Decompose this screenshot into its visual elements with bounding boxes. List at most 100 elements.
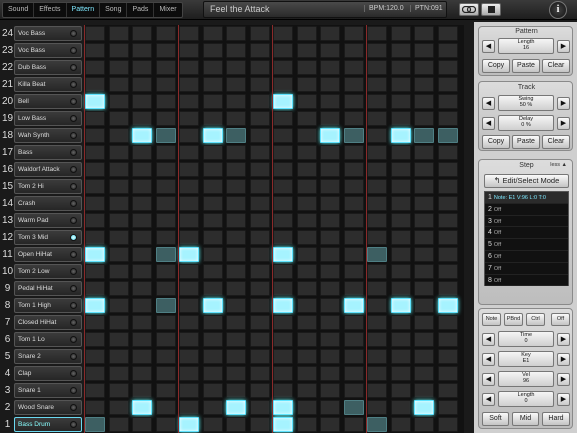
step-cell[interactable] [132,247,152,262]
step-list-item[interactable]: 5 Off [485,239,568,251]
step-cell[interactable] [85,179,105,194]
step-cell[interactable] [343,247,364,262]
step-cell[interactable] [85,213,105,228]
step-cell[interactable] [296,383,317,398]
step-cell[interactable] [390,213,411,228]
step-cell[interactable] [320,400,340,415]
edit-select-mode-button[interactable]: ↰ Edit/Select Mode [484,174,569,188]
step-cell[interactable] [367,77,387,92]
step-cell[interactable] [367,230,387,245]
step-cell[interactable] [343,77,364,92]
step-list-item[interactable]: 3 Off [485,216,568,228]
step-cell[interactable] [108,298,129,313]
step-cell[interactable] [179,332,199,347]
step-cell[interactable] [320,196,340,211]
step-cell[interactable] [155,26,176,41]
step-cell[interactable] [155,417,176,432]
step-cell[interactable] [226,60,246,75]
step-cell[interactable] [296,281,317,296]
less-toggle[interactable]: less ▲ [550,162,567,168]
step-cell[interactable] [320,26,340,41]
step-cell[interactable] [226,26,246,41]
step-cell[interactable] [437,315,458,330]
step-cell[interactable] [273,417,293,432]
step-cell[interactable] [85,315,105,330]
step-cell[interactable] [132,43,152,58]
step-cell[interactable] [202,162,223,177]
step-cell[interactable] [320,247,340,262]
step-cell[interactable] [249,196,270,211]
step-cell[interactable] [132,230,152,245]
note-mode-button[interactable]: Note [482,313,501,326]
step-cell[interactable] [343,417,364,432]
step-cell[interactable] [202,349,223,364]
step-cell[interactable] [108,332,129,347]
step-cell[interactable] [179,383,199,398]
step-cell[interactable] [108,264,129,279]
step-length-decrease-button[interactable]: ◀ [482,393,495,406]
step-cell[interactable] [343,281,364,296]
step-cell[interactable] [273,247,293,262]
time-increase-button[interactable]: ▶ [557,333,570,346]
step-cell[interactable] [202,196,223,211]
step-cell[interactable] [108,26,129,41]
step-cell[interactable] [273,213,293,228]
step-cell[interactable] [296,60,317,75]
track-clear-button[interactable]: Clear [542,135,570,149]
step-cell[interactable] [273,281,293,296]
step-cell[interactable] [155,77,176,92]
step-cell[interactable] [343,196,364,211]
step-cell[interactable] [437,77,458,92]
step-cell[interactable] [390,43,411,58]
delay-selector[interactable]: Delay 0 % [498,115,554,131]
step-cell[interactable] [108,281,129,296]
time-decrease-button[interactable]: ◀ [482,333,495,346]
step-cell[interactable] [155,111,176,126]
step-list-item[interactable]: 6 Off [485,251,568,263]
pitchbend-mode-button[interactable]: PBnd [504,313,523,326]
step-cell[interactable] [367,332,387,347]
step-cell[interactable] [226,298,246,313]
step-cell[interactable] [273,230,293,245]
step-cell[interactable] [155,213,176,228]
step-length-selector[interactable]: Length 0 [498,391,554,407]
step-cell[interactable] [249,111,270,126]
step-cell[interactable] [390,417,411,432]
step-cell[interactable] [85,298,105,313]
step-cell[interactable] [414,162,434,177]
step-cell[interactable] [132,60,152,75]
step-cell[interactable] [249,77,270,92]
step-cell[interactable] [367,383,387,398]
step-cell[interactable] [179,111,199,126]
step-cell[interactable] [85,332,105,347]
step-cell[interactable] [273,196,293,211]
off-mode-button[interactable]: Off [551,313,570,326]
step-cell[interactable] [437,196,458,211]
step-cell[interactable] [343,43,364,58]
step-cell[interactable] [132,128,152,143]
step-cell[interactable] [343,400,364,415]
tab-pattern[interactable]: Pattern [67,3,101,17]
step-cell[interactable] [132,196,152,211]
info-button[interactable]: i [549,1,567,19]
step-cell[interactable] [414,26,434,41]
step-cell[interactable] [249,400,270,415]
step-cell[interactable] [132,417,152,432]
step-cell[interactable] [437,26,458,41]
step-cell[interactable] [249,281,270,296]
step-cell[interactable] [437,162,458,177]
step-list-item[interactable]: 2 Off [485,204,568,216]
step-cell[interactable] [296,43,317,58]
step-cell[interactable] [132,298,152,313]
step-cell[interactable] [155,179,176,194]
vel-selector[interactable]: Vel 96 [498,371,554,387]
step-cell[interactable] [296,26,317,41]
step-cell[interactable] [320,417,340,432]
step-cell[interactable] [108,383,129,398]
step-cell[interactable] [179,145,199,160]
step-cell[interactable] [437,213,458,228]
key-increase-button[interactable]: ▶ [557,353,570,366]
step-cell[interactable] [273,366,293,381]
step-cell[interactable] [179,94,199,109]
length-increase-button[interactable]: ▶ [557,40,570,53]
